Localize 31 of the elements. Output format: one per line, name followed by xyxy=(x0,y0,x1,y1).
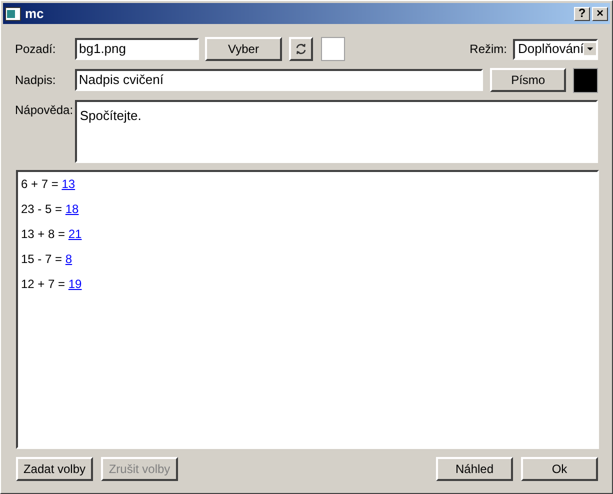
answer-link[interactable]: 18 xyxy=(65,200,79,218)
exercise-text: 6 + 7 = xyxy=(21,176,60,193)
ok-button[interactable]: Ok xyxy=(521,457,598,481)
field-label: Nápověda: xyxy=(15,102,74,119)
refresh-icon xyxy=(294,42,308,56)
window-title: mc xyxy=(25,4,44,23)
answer-link[interactable]: 13 xyxy=(62,175,76,193)
answer-link[interactable]: 8 xyxy=(65,250,72,268)
field-label: Pozadí: xyxy=(15,41,57,58)
close-button[interactable]: × xyxy=(592,6,608,20)
answer-link[interactable]: 19 xyxy=(68,275,82,293)
input-field[interactable]: bg1.png xyxy=(75,38,199,60)
exercise-text: 23 - 5 = xyxy=(21,201,64,218)
exercise-text: 15 - 7 = xyxy=(21,251,64,268)
answer-link[interactable]: 21 xyxy=(68,225,82,243)
font-button[interactable]: Písmo xyxy=(490,68,566,92)
app-icon xyxy=(5,6,21,20)
color-swatch[interactable] xyxy=(573,68,598,92)
field-label: Režim: xyxy=(470,41,507,58)
input-field[interactable]: Nadpis cvičení xyxy=(74,69,484,91)
exercise-text: 13 + 8 = xyxy=(21,226,66,243)
color-swatch[interactable] xyxy=(321,37,345,61)
choose-button[interactable]: Vyber xyxy=(205,37,282,61)
exercise-text: 12 + 7 = xyxy=(21,276,66,293)
preview-button[interactable]: Náhled xyxy=(436,457,513,481)
set-options-button[interactable]: Zadat volby xyxy=(16,457,93,481)
help-button[interactable]: ? xyxy=(574,6,590,20)
mode-dropdown[interactable]: Doplňování xyxy=(513,38,598,60)
field-label: Nadpis: xyxy=(15,72,57,89)
hint-text-area[interactable]: Spočítejte. xyxy=(74,100,598,163)
refresh-button[interactable] xyxy=(289,37,313,61)
